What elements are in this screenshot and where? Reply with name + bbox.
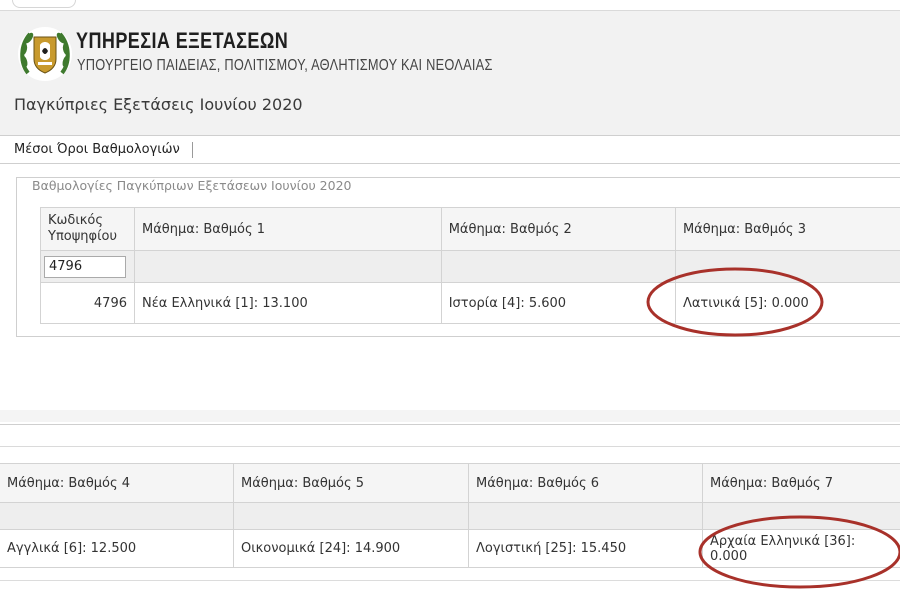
- column-header-grade-1[interactable]: Μάθημα: Βαθμός 1: [134, 207, 442, 251]
- grade-cell: Οικονομικά [24]: 14.900: [233, 529, 469, 568]
- grades-panel-legend: Βαθμολογίες Παγκύπριων Εξετάσεων Ιουνίου…: [28, 178, 356, 193]
- candidate-code-filter-input[interactable]: [44, 255, 126, 278]
- filter-cell: [702, 502, 900, 530]
- divider: [0, 580, 900, 581]
- filter-cell: [233, 502, 469, 530]
- column-header-grade-3[interactable]: Μάθημα: Βαθμός 3: [674, 207, 900, 251]
- divider: [0, 424, 900, 425]
- column-header-candidate-code[interactable]: Κωδικός Υποψηφίου: [40, 207, 135, 251]
- filter-cell: [468, 502, 703, 530]
- menu-item-grade-averages[interactable]: Μέσοι Όροι Βαθμολογιών: [14, 142, 180, 157]
- column-header-grade-7[interactable]: Μάθημα: Βαθμός 7: [702, 463, 900, 503]
- table-header-row: Κωδικός Υποψηφίου Μάθημα: Βαθμός 1 Μάθημ…: [40, 207, 900, 251]
- column-header-grade-6[interactable]: Μάθημα: Βαθμός 6: [468, 463, 703, 503]
- menu-separator: [192, 142, 193, 158]
- page-gap-band: [0, 410, 900, 422]
- org-title: ΥΠΗΡΕΣΙΑ ΕΞΕΤΑΣΕΩΝ: [76, 28, 289, 53]
- filter-cell: [0, 502, 234, 530]
- column-header-grade-2[interactable]: Μάθημα: Βαθμός 2: [440, 207, 676, 251]
- menu-bar: Μέσοι Όροι Βαθμολογιών: [0, 136, 900, 164]
- filter-row: [0, 502, 900, 530]
- filter-cell: [674, 250, 900, 283]
- exam-title: Παγκύπριες Εξετάσεις Ιουνίου 2020: [14, 95, 303, 114]
- grade-cell-latin: Λατινικά [5]: 0.000: [674, 282, 900, 324]
- divider: [0, 446, 900, 447]
- grade-cell: Νέα Ελληνικά [1]: 13.100: [134, 282, 442, 324]
- grade-cell: Αγγλικά [6]: 12.500: [0, 529, 234, 568]
- grade-cell: Ιστορία [4]: 5.600: [440, 282, 676, 324]
- filter-row: [40, 250, 900, 283]
- site-header: ΥΠΗΡΕΣΙΑ ΕΞΕΤΑΣΕΩΝ ΥΠΟΥΡΓΕΙΟ ΠΑΙΔΕΙΑΣ, Π…: [0, 11, 900, 136]
- org-subtitle: ΥΠΟΥΡΓΕΙΟ ΠΑΙΔΕΙΑΣ, ΠΟΛΙΤΙΣΜΟΥ, ΑΘΛΗΤΙΣΜ…: [77, 57, 493, 74]
- column-header-grade-4[interactable]: Μάθημα: Βαθμός 4: [0, 463, 234, 503]
- table-row[interactable]: 4796 Νέα Ελληνικά [1]: 13.100 Ιστορία [4…: [40, 282, 900, 324]
- cyprus-emblem-logo: [18, 27, 72, 81]
- grade-cell-ancient-greek: Αρχαία Ελληνικά [36]: 0.000: [702, 529, 900, 568]
- table-row[interactable]: Αγγλικά [6]: 12.500 Οικονομικά [24]: 14.…: [0, 529, 900, 568]
- filter-cell: [134, 250, 442, 283]
- filter-cell: [440, 250, 676, 283]
- candidate-code-cell: 4796: [40, 282, 135, 324]
- top-pill: [12, 0, 76, 8]
- grade-cell: Λογιστική [25]: 15.450: [468, 529, 703, 568]
- filter-cell: [40, 250, 135, 283]
- grades-table-2: Μάθημα: Βαθμός 4 Μάθημα: Βαθμός 5 Μάθημα…: [0, 463, 900, 568]
- table-header-row: Μάθημα: Βαθμός 4 Μάθημα: Βαθμός 5 Μάθημα…: [0, 463, 900, 503]
- browser-top-edge: [0, 0, 900, 11]
- grades-table-1: Κωδικός Υποψηφίου Μάθημα: Βαθμός 1 Μάθημ…: [40, 207, 900, 324]
- column-header-grade-5[interactable]: Μάθημα: Βαθμός 5: [233, 463, 469, 503]
